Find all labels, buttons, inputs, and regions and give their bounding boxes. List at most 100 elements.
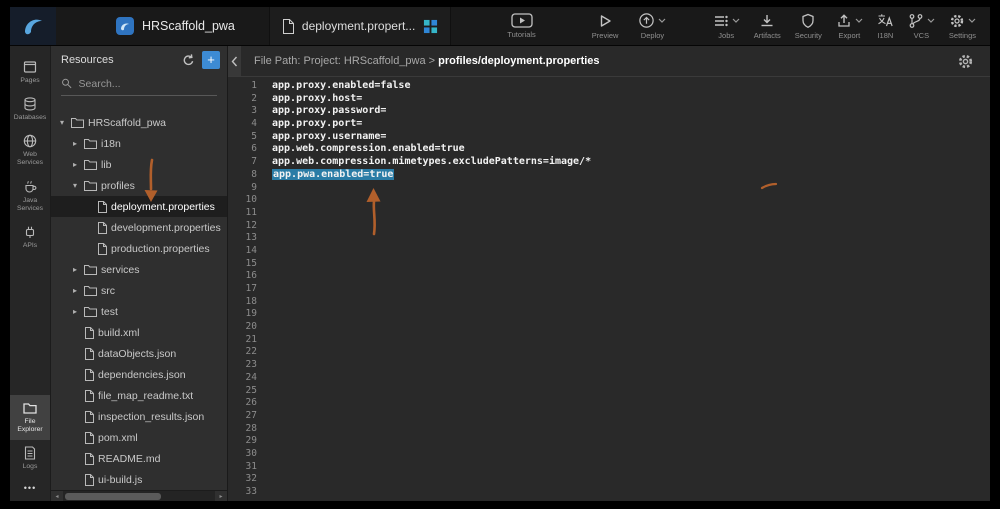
refresh-button[interactable] [181, 53, 195, 67]
tree-item-lib[interactable]: ▸lib [51, 154, 227, 175]
settings-button[interactable]: Settings [949, 13, 976, 40]
chevron-down-icon[interactable] [658, 18, 666, 23]
chevron-down-icon[interactable] [927, 18, 935, 23]
code-line[interactable]: 7app.web.compression.mimetypes.excludePa… [228, 156, 990, 169]
jobs-button[interactable]: Jobs [713, 13, 740, 40]
sidebar-item-web-services[interactable]: Web Services [10, 128, 50, 173]
tree-item-production.properties[interactable]: production.properties [51, 238, 227, 259]
code-line[interactable]: 33 [228, 486, 990, 499]
collapse-panel-button[interactable] [228, 46, 241, 76]
resource-search[interactable] [61, 77, 217, 96]
line-number: 21 [228, 334, 272, 347]
code-line[interactable]: 15 [228, 258, 990, 271]
sidebar-item-apis[interactable]: APIs [10, 219, 50, 256]
scroll-right-arrow[interactable]: ▸ [215, 491, 227, 502]
chevron-right-icon[interactable]: ▸ [70, 139, 80, 148]
tree-item-i18n[interactable]: ▸i18n [51, 133, 227, 154]
export-button[interactable]: Export [836, 13, 863, 40]
sidebar-item-databases[interactable]: Databases [10, 91, 50, 128]
tree-item-ui-build.js[interactable]: ui-build.js [51, 469, 227, 490]
tree-item-profiles[interactable]: ▾profiles [51, 175, 227, 196]
tree-item-services[interactable]: ▸services [51, 259, 227, 280]
tree-item-pom.xml[interactable]: pom.xml [51, 427, 227, 448]
chevron-down-icon[interactable] [855, 18, 863, 23]
horizontal-scrollbar[interactable]: ◂ ▸ [51, 490, 227, 501]
code-line[interactable]: 13 [228, 232, 990, 245]
code-line[interactable]: 19 [228, 308, 990, 321]
add-resource-button[interactable]: + [202, 51, 220, 69]
search-input[interactable] [79, 78, 217, 90]
tree-item-build.xml[interactable]: build.xml [51, 322, 227, 343]
tree-item-src[interactable]: ▸src [51, 280, 227, 301]
tree-item-HRScaffold_pwa[interactable]: ▾HRScaffold_pwa [51, 112, 227, 133]
code-line[interactable]: 30 [228, 448, 990, 461]
chevron-down-icon[interactable] [732, 18, 740, 23]
wavemaker-logo[interactable] [10, 7, 56, 45]
sidebar-item-pages[interactable]: Pages [10, 54, 50, 91]
globe-icon [22, 133, 38, 149]
code-lines[interactable]: 1app.proxy.enabled=false2app.proxy.host=… [228, 77, 990, 501]
deploy-button[interactable]: Deploy [638, 12, 666, 40]
sidebar-item-logs[interactable]: Logs [10, 440, 50, 477]
chevron-down-icon[interactable] [968, 18, 976, 23]
code-line[interactable]: 32 [228, 473, 990, 486]
tree-item-deployment.properties[interactable]: deployment.properties [51, 196, 227, 217]
tree-item-README.md[interactable]: README.md [51, 448, 227, 469]
code-line[interactable]: 1app.proxy.enabled=false [228, 80, 990, 93]
code-line[interactable]: 27 [228, 410, 990, 423]
code-line[interactable]: 5app.proxy.username= [228, 131, 990, 144]
code-line[interactable]: 8app.pwa.enabled=true [228, 169, 990, 182]
code-line[interactable]: 29 [228, 435, 990, 448]
editor-settings-button[interactable] [957, 53, 974, 70]
chevron-down-icon[interactable]: ▾ [57, 118, 67, 127]
vcs-button[interactable]: VCS [908, 13, 935, 40]
project-switcher[interactable]: HRScaffold_pwa [116, 17, 235, 35]
security-button[interactable]: Security [795, 13, 822, 40]
dashboard-grid-icon[interactable] [423, 19, 438, 34]
code-line[interactable]: 16 [228, 270, 990, 283]
breadcrumb-project[interactable]: Project: HRScaffold_pwa > [304, 55, 436, 67]
open-file-tab[interactable]: deployment.propert... [269, 7, 451, 45]
tutorials-button[interactable]: Tutorials [507, 13, 535, 39]
code-line[interactable]: 31 [228, 461, 990, 474]
chevron-right-icon[interactable]: ▸ [70, 307, 80, 316]
code-line[interactable]: 28 [228, 423, 990, 436]
preview-button[interactable]: Preview [592, 13, 619, 40]
code-line[interactable]: 17 [228, 283, 990, 296]
code-line[interactable]: 18 [228, 296, 990, 309]
code-line[interactable]: 26 [228, 397, 990, 410]
code-line[interactable]: 22 [228, 346, 990, 359]
code-line[interactable]: 9 [228, 182, 990, 195]
code-line[interactable]: 2app.proxy.host= [228, 93, 990, 106]
code-line[interactable]: 21 [228, 334, 990, 347]
tree-item-dependencies.json[interactable]: dependencies.json [51, 364, 227, 385]
chevron-right-icon[interactable]: ▸ [70, 160, 80, 169]
resource-tree: ▾HRScaffold_pwa▸i18n▸lib▾profilesdeploym… [51, 112, 227, 501]
code-line[interactable]: 10 [228, 194, 990, 207]
code-line[interactable]: 20 [228, 321, 990, 334]
code-line[interactable]: 25 [228, 385, 990, 398]
code-line[interactable]: 23 [228, 359, 990, 372]
scrollbar-thumb[interactable] [65, 493, 161, 500]
sidebar-item-more[interactable]: ••• [10, 477, 50, 501]
code-line[interactable]: 24 [228, 372, 990, 385]
code-line[interactable]: 6app.web.compression.enabled=true [228, 143, 990, 156]
i18n-button[interactable]: I18N [877, 13, 894, 40]
artifacts-button[interactable]: Artifacts [754, 13, 781, 40]
chevron-right-icon[interactable]: ▸ [70, 265, 80, 274]
code-line[interactable]: 14 [228, 245, 990, 258]
code-line[interactable]: 11 [228, 207, 990, 220]
code-line[interactable]: 12 [228, 220, 990, 233]
tree-item-dataObjects.json[interactable]: dataObjects.json [51, 343, 227, 364]
sidebar-item-java-services[interactable]: Java Services [10, 174, 50, 219]
chevron-down-icon[interactable]: ▾ [70, 181, 80, 190]
code-line[interactable]: 4app.proxy.port= [228, 118, 990, 131]
sidebar-item-file-explorer[interactable]: File Explorer [10, 395, 50, 440]
tree-item-test[interactable]: ▸test [51, 301, 227, 322]
chevron-right-icon[interactable]: ▸ [70, 286, 80, 295]
tree-item-inspection_results.json[interactable]: inspection_results.json [51, 406, 227, 427]
tree-item-file_map_readme.txt[interactable]: file_map_readme.txt [51, 385, 227, 406]
scroll-left-arrow[interactable]: ◂ [51, 491, 63, 502]
tree-item-development.properties[interactable]: development.properties [51, 217, 227, 238]
code-line[interactable]: 3app.proxy.password= [228, 105, 990, 118]
